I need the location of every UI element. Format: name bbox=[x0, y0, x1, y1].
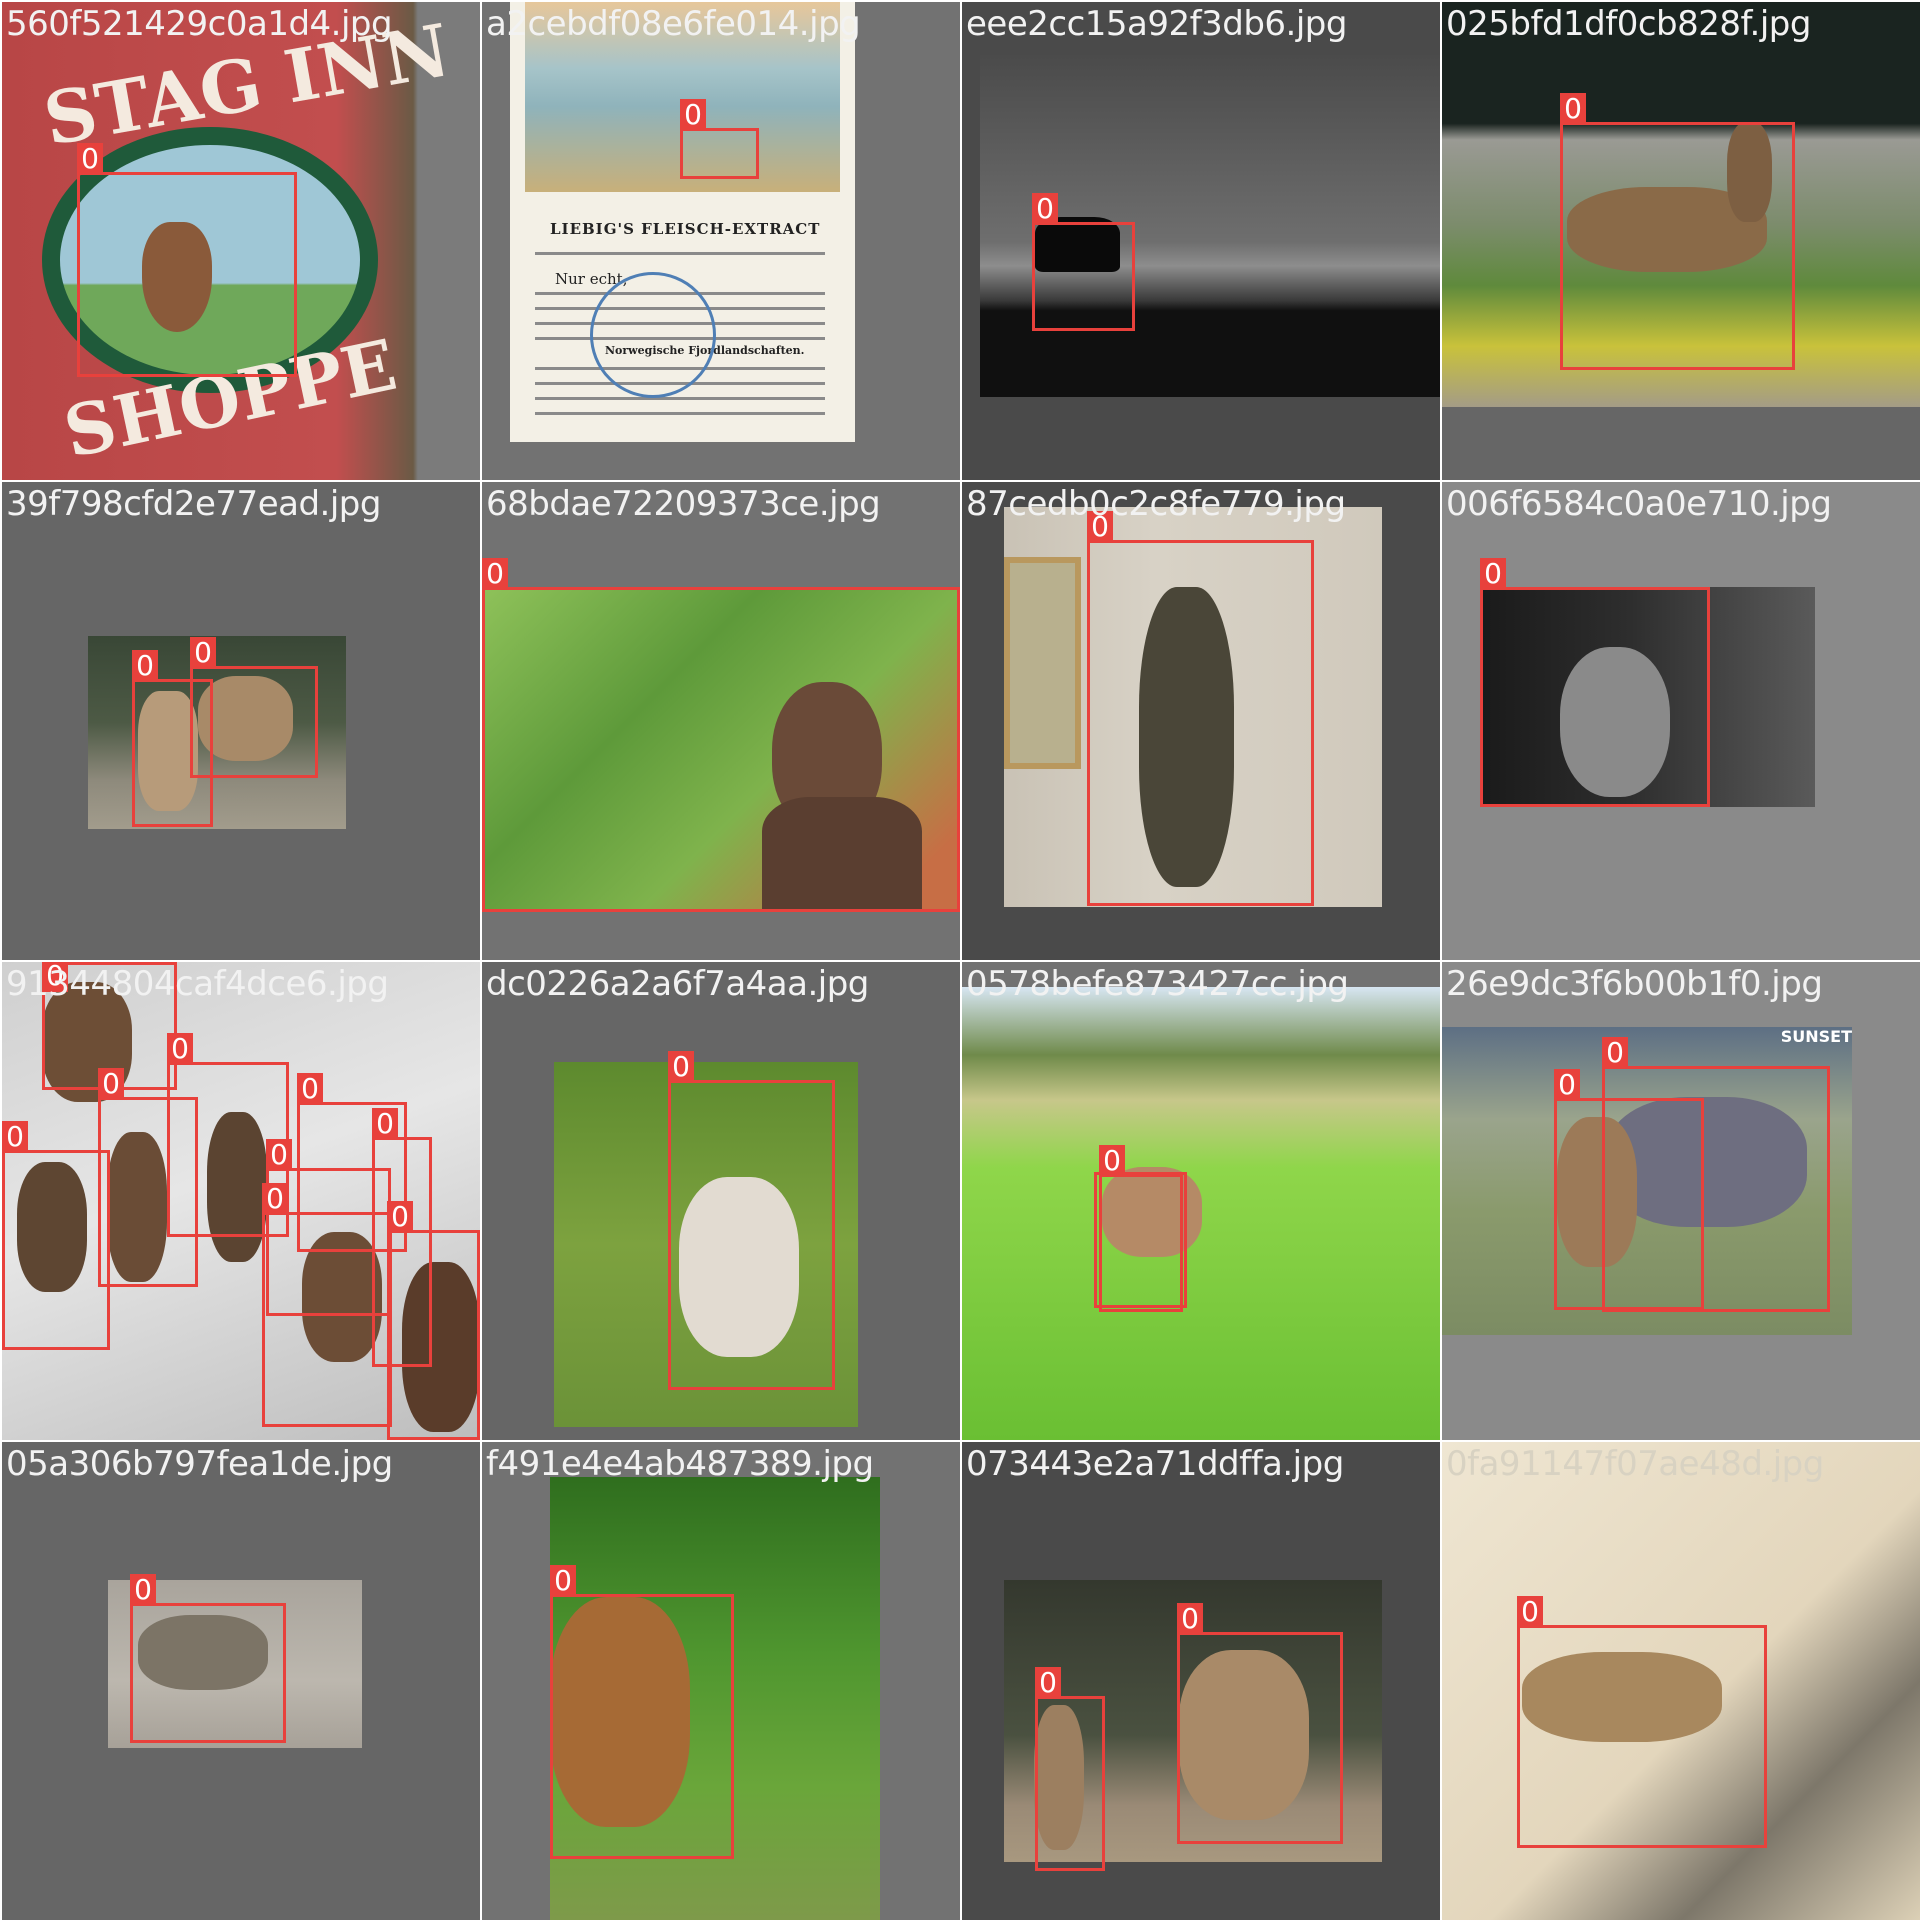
class-label: 0 bbox=[387, 1201, 413, 1233]
class-label: 0 bbox=[2, 1121, 28, 1153]
tile-12: SUNSET 0 0 26e9dc3f6b00b1f0.jpg bbox=[1442, 962, 1920, 1440]
tile-9: 0 0 0 0 0 0 0 0 0 91344804caf4dce6.jpg bbox=[2, 962, 480, 1440]
tile-3: 0 eee2cc15a92f3db6.jpg bbox=[962, 2, 1440, 480]
painting-frame-left bbox=[1004, 557, 1081, 769]
class-label: 0 bbox=[1554, 1069, 1580, 1101]
detection-box: 0 bbox=[550, 1565, 734, 1859]
image-filename: 91344804caf4dce6.jpg bbox=[6, 964, 389, 1004]
tile-4: 0 025bfd1df0cb828f.jpg bbox=[1442, 2, 1920, 480]
class-label: 0 bbox=[1560, 93, 1586, 125]
detection-box: 0 bbox=[1480, 558, 1710, 807]
tile-2: LIEBIG'S FLEISCH-EXTRACT Nur echt, Norwe… bbox=[482, 2, 960, 480]
text-line bbox=[535, 412, 825, 415]
class-label: 0 bbox=[1035, 1667, 1061, 1699]
image-filename: 87cedb0c2c8fe779.jpg bbox=[966, 484, 1346, 524]
class-label: 0 bbox=[372, 1108, 398, 1140]
tile-10: 0 dc0226a2a6f7a4aa.jpg bbox=[482, 962, 960, 1440]
tile-1: STAG INN SHOPPE 0 560f521429c0a1d4.jpg bbox=[2, 2, 480, 480]
tile-13: 0 05a306b797fea1de.jpg bbox=[2, 1442, 480, 1920]
class-label: 0 bbox=[1032, 193, 1058, 225]
detection-box: 0 bbox=[668, 1051, 835, 1390]
image-filename: f491e4e4ab487389.jpg bbox=[486, 1444, 874, 1484]
tile-14: 0 f491e4e4ab487389.jpg bbox=[482, 1442, 960, 1920]
tile-7: 0 87cedb0c2c8fe779.jpg bbox=[962, 482, 1440, 960]
image-filename: 560f521429c0a1d4.jpg bbox=[6, 4, 393, 44]
card-heading: LIEBIG'S FLEISCH-EXTRACT bbox=[550, 220, 821, 238]
image-filename: eee2cc15a92f3db6.jpg bbox=[966, 4, 1347, 44]
class-label: 0 bbox=[167, 1033, 193, 1065]
class-label: 0 bbox=[266, 1139, 292, 1171]
class-label: 0 bbox=[1517, 1596, 1543, 1628]
detection-box: 0 bbox=[2, 1121, 110, 1350]
image-filename: 0578befe873427cc.jpg bbox=[966, 964, 1349, 1004]
class-label: 0 bbox=[1480, 558, 1506, 590]
class-label: 0 bbox=[262, 1183, 288, 1215]
class-label: 0 bbox=[77, 143, 103, 175]
detection-box: 0 bbox=[1087, 511, 1314, 906]
text-line bbox=[535, 252, 825, 255]
class-label: 0 bbox=[297, 1073, 323, 1105]
class-label: 0 bbox=[482, 558, 508, 590]
image-filename: 39f798cfd2e77ead.jpg bbox=[6, 484, 381, 524]
tile-11: 0 0578befe873427cc.jpg bbox=[962, 962, 1440, 1440]
image-filename: 05a306b797fea1de.jpg bbox=[6, 1444, 393, 1484]
liebig-card-photo: LIEBIG'S FLEISCH-EXTRACT Nur echt, Norwe… bbox=[510, 2, 855, 442]
detection-box: 0 bbox=[1602, 1037, 1830, 1312]
class-label: 0 bbox=[680, 99, 706, 131]
class-label: 0 bbox=[130, 1574, 156, 1606]
image-filename: 68bdae72209373ce.jpg bbox=[486, 484, 881, 524]
detection-box: 0 bbox=[1560, 93, 1795, 370]
class-label: 0 bbox=[1177, 1603, 1203, 1635]
image-filename: a2cebdf08e6fe014.jpg bbox=[486, 4, 861, 44]
detection-box: 0 bbox=[1177, 1603, 1343, 1844]
image-filename: 0fa91147f07ae48d.jpg bbox=[1446, 1444, 1824, 1484]
image-filename: 006f6584c0a0e710.jpg bbox=[1446, 484, 1832, 524]
image-filename: 073443e2a71ddffa.jpg bbox=[966, 1444, 1344, 1484]
detection-box: 0 bbox=[1032, 193, 1135, 331]
detection-mosaic: STAG INN SHOPPE 0 560f521429c0a1d4.jpg L… bbox=[0, 0, 1920, 1920]
tile-16: 0 0fa91147f07ae48d.jpg bbox=[1442, 1442, 1920, 1920]
class-label: 0 bbox=[190, 637, 216, 669]
image-filename: 26e9dc3f6b00b1f0.jpg bbox=[1446, 964, 1823, 1004]
detection-box: 0 bbox=[680, 99, 759, 179]
tile-5: 0 0 39f798cfd2e77ead.jpg bbox=[2, 482, 480, 960]
class-label: 0 bbox=[550, 1565, 576, 1597]
detection-box: 0 bbox=[130, 1574, 286, 1743]
class-label: 0 bbox=[98, 1068, 124, 1100]
ink-scribble bbox=[590, 272, 716, 398]
detection-box: 0 bbox=[387, 1201, 480, 1440]
detection-box: 0 bbox=[1035, 1667, 1105, 1871]
class-label: 0 bbox=[668, 1051, 694, 1083]
image-filename: dc0226a2a6f7a4aa.jpg bbox=[486, 964, 869, 1004]
tile-8: 0 006f6584c0a0e710.jpg bbox=[1442, 482, 1920, 960]
sunset-sign-label: SUNSET bbox=[1780, 1027, 1852, 1046]
class-label: 0 bbox=[1602, 1037, 1628, 1069]
tile-6: 0 68bdae72209373ce.jpg bbox=[482, 482, 960, 960]
class-label: 0 bbox=[132, 650, 158, 682]
detection-box: 0 bbox=[482, 558, 960, 912]
text-line bbox=[535, 397, 825, 400]
image-filename: 025bfd1df0cb828f.jpg bbox=[1446, 4, 1811, 44]
detection-box: 0 bbox=[1517, 1596, 1767, 1848]
detection-box bbox=[1094, 1172, 1187, 1308]
meadow-deer-photo bbox=[962, 987, 1440, 1440]
detection-box: 0 bbox=[190, 637, 318, 778]
detection-box: 0 bbox=[77, 143, 297, 377]
tile-15: 0 0 073443e2a71ddffa.jpg bbox=[962, 1442, 1440, 1920]
